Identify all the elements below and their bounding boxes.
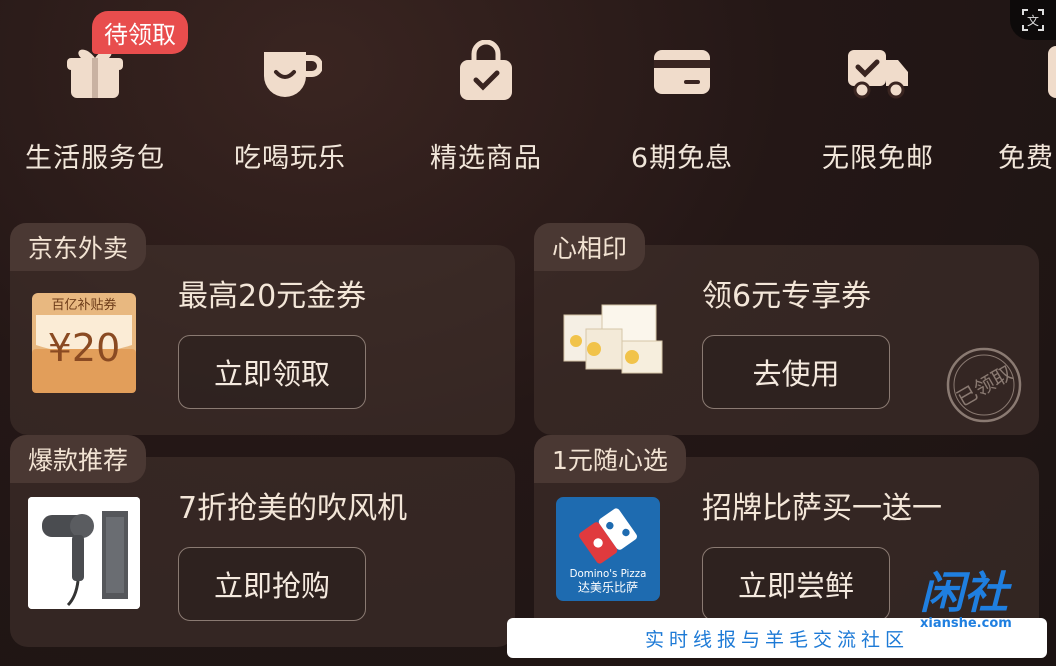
shopping-bag-icon <box>460 40 512 100</box>
svg-text:达美乐比萨: 达美乐比萨 <box>578 581 638 595</box>
card-title: 领6元专享券 <box>702 279 872 314</box>
watermark-logo: 闲社 xianshe.com <box>920 568 1012 632</box>
service-label: 6期免息 <box>630 143 734 174</box>
service-label: 精选商品 <box>430 143 542 174</box>
service-installment[interactable]: 6期免息 <box>592 40 772 175</box>
service-free-partial[interactable]: 免费 <box>984 40 1056 175</box>
hair-dryer-icon <box>28 497 140 609</box>
service-label: 免费 <box>998 143 1054 174</box>
credit-card-icon <box>654 50 710 94</box>
translate-close-button[interactable]: 文 <box>1010 0 1056 40</box>
card-tag: 爆款推荐 <box>10 435 147 483</box>
service-label: 生活服务包 <box>25 143 165 174</box>
service-free-shipping[interactable]: 无限免邮 <box>788 40 968 175</box>
translate-icon: 文 <box>1022 9 1044 31</box>
claimed-stamp: 已领取 <box>946 347 1022 423</box>
card-title: 最高20元金券 <box>178 279 367 314</box>
card-tag: 1元随心选 <box>534 435 686 483</box>
promo-card-hair-dryer[interactable]: 爆款推荐 7折抢美的吹风机 立即抢购 <box>10 435 515 647</box>
card-tag: 京东外卖 <box>10 223 147 271</box>
try-now-button[interactable]: 立即尝鲜 <box>702 547 890 621</box>
svg-text:Domino's Pizza: Domino's Pizza <box>570 569 647 580</box>
service-label: 无限免邮 <box>822 143 934 174</box>
promo-card-jd-takeout[interactable]: 京东外卖 百亿补贴券 ¥20 最高20元金券 立即领取 <box>10 223 515 435</box>
partial-icon <box>1048 46 1056 98</box>
delivery-truck-icon <box>848 50 908 99</box>
svg-text:文: 文 <box>1027 13 1039 28</box>
claim-button[interactable]: 立即领取 <box>178 335 366 409</box>
card-tag: 心相印 <box>534 223 646 271</box>
use-button[interactable]: 去使用 <box>702 335 890 409</box>
service-food-fun[interactable]: 吃喝玩乐 <box>200 40 380 175</box>
service-featured-goods[interactable]: 精选商品 <box>396 40 576 175</box>
coupon-value-text: ¥20 <box>48 326 121 370</box>
tissue-pack-icon <box>563 304 663 374</box>
promo-card-tissue[interactable]: 心相印 领6元专享券 去使用 已领取 <box>534 223 1039 435</box>
coffee-cup-icon <box>264 52 322 97</box>
service-row: 生活服务包 吃喝玩乐 精选商品 6期免息 无限免邮 免费 待领取 文 <box>0 0 1056 200</box>
pending-badge: 待领取 <box>92 11 188 54</box>
card-title: 7折抢美的吹风机 <box>178 491 408 526</box>
service-life-pack[interactable]: 生活服务包 <box>5 40 185 175</box>
dominos-logo-icon: Domino's Pizza 达美乐比萨 <box>556 497 660 601</box>
buy-now-button[interactable]: 立即抢购 <box>178 547 366 621</box>
card-title: 招牌比萨买一送一 <box>702 491 942 526</box>
coupon-top-text: 百亿补贴券 <box>51 297 116 313</box>
coupon-envelope-icon: 百亿补贴券 ¥20 <box>32 293 136 393</box>
service-label: 吃喝玩乐 <box>234 143 346 174</box>
